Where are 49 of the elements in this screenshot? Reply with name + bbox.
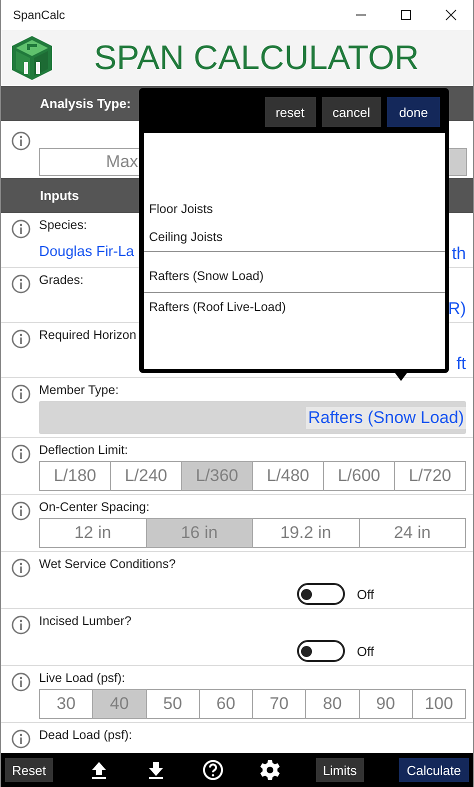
segment-option[interactable]: 40 [92,690,146,718]
toolbar-button[interactable]: Calculate [398,758,469,782]
toggle-state: Off [356,644,374,658]
window-title: SpanCalc [13,8,66,22]
info-icon[interactable] [11,131,31,151]
info-icon[interactable] [11,219,31,239]
maximize-icon [400,9,412,21]
info-icon[interactable] [11,615,31,635]
field-label: Deflection Limit: [39,443,128,457]
segment-option[interactable]: L/360 [181,462,252,490]
section-title: Inputs [40,188,79,203]
info-icon[interactable] [11,384,31,404]
field-label: Incised Lumber? [39,614,132,628]
field-label: On-Center Spacing: [39,500,150,514]
member-type-dropdown[interactable]: Rafters (Snow Load) [39,401,466,434]
settings-icon[interactable] [258,759,281,781]
field-value[interactable]: Douglas Fir-La [39,244,134,264]
field-value[interactable]: ft [456,354,466,374]
segment-option[interactable]: 16 in [146,519,252,547]
help-icon[interactable] [202,759,224,781]
field-label: Species: [39,218,87,232]
toggle-switch[interactable] [296,640,345,662]
close-icon [444,9,456,21]
field-value[interactable]: R) [448,299,466,319]
toolbar-button[interactable]: Limits [316,758,364,782]
picker-button[interactable]: done [387,97,440,127]
toolbar-button[interactable]: Reset [5,758,53,782]
field-label: Grades: [39,273,84,287]
field-label: Live Load (psf): [39,671,126,685]
info-icon[interactable] [11,444,31,464]
info-icon[interactable] [11,501,31,521]
field-label: Required Horizon [39,328,136,342]
field-label: Member Type: [39,383,119,397]
picker-button[interactable]: cancel [322,97,382,127]
cube-logo-icon [10,34,54,82]
toggle-state: Off [356,586,374,602]
picker-button[interactable]: reset [264,97,316,127]
info-icon[interactable] [11,329,31,349]
field-label: Wet Service Conditions? [39,557,176,571]
field-label: Dead Load (psf): [39,728,132,742]
info-icon[interactable] [11,274,31,294]
info-icon[interactable] [11,729,31,749]
info-icon[interactable] [11,558,31,578]
info-icon[interactable] [11,672,31,692]
picker-option[interactable]: Rafters (Snow Load) [144,251,445,293]
section-title: Analysis Type: [40,96,131,111]
toggle-switch[interactable] [296,583,345,605]
app-title: SPAN CALCULATOR [94,38,419,78]
field-value[interactable]: th [452,244,466,264]
